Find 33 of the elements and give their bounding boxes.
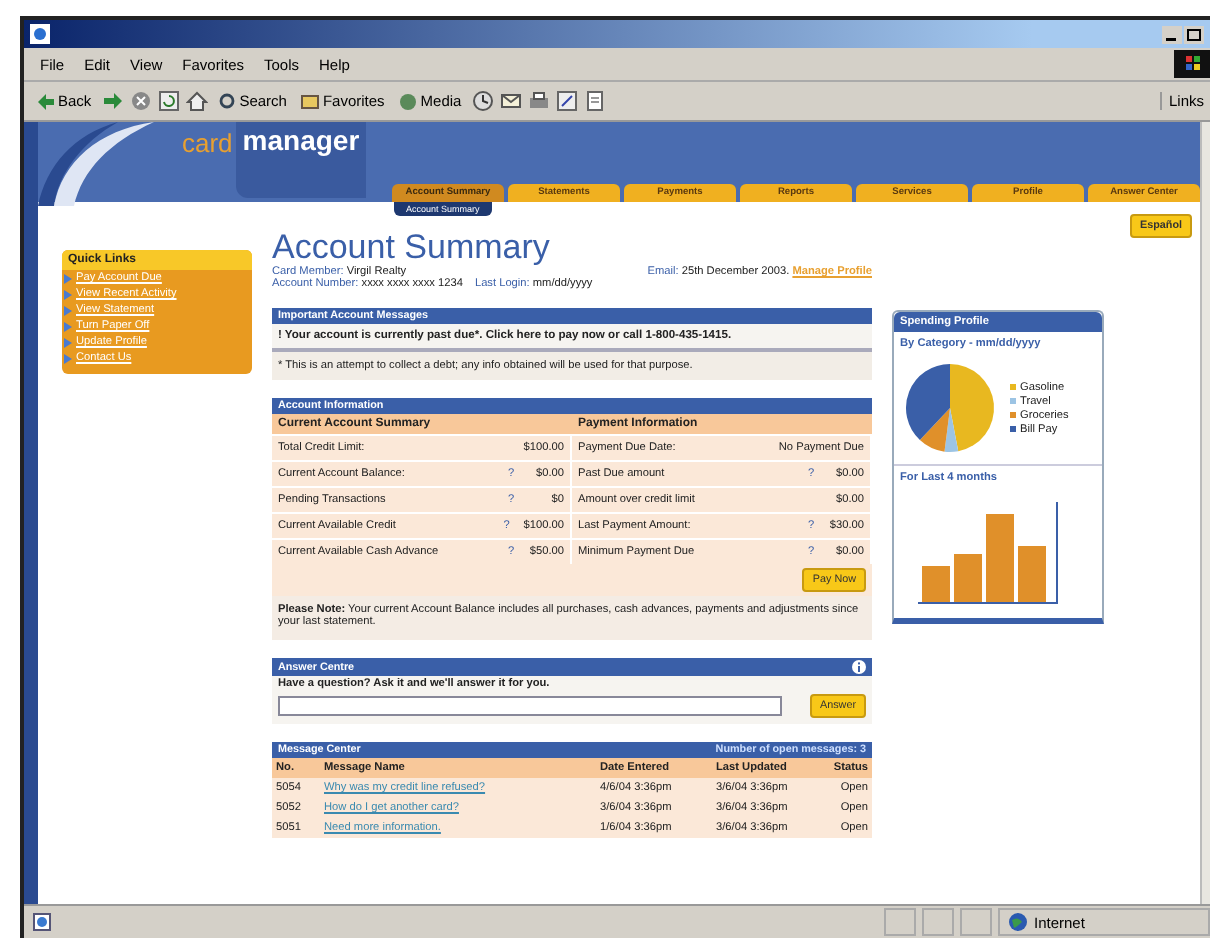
mail-icon[interactable] (499, 90, 522, 112)
maximize-icon[interactable] (1184, 25, 1204, 43)
browser-icon (30, 24, 50, 44)
status-pane (960, 908, 992, 936)
status-pane (884, 908, 916, 936)
edit-icon[interactable] (555, 90, 578, 112)
back-icon (36, 91, 56, 111)
history-icon[interactable] (471, 90, 494, 112)
bullet-icon (64, 321, 72, 331)
bullet-icon (64, 337, 72, 347)
stop-icon[interactable] (129, 90, 152, 112)
refresh-icon[interactable] (157, 90, 180, 112)
question-input[interactable] (278, 696, 782, 716)
page-title: Account Summary (272, 230, 552, 266)
pie-chart-drawing (902, 360, 998, 456)
bullet-icon (64, 273, 72, 283)
page-icon (32, 912, 52, 932)
status-pane (922, 908, 954, 936)
logo-plate: manager (236, 122, 366, 198)
info-icon[interactable] (852, 660, 866, 674)
scrollbar[interactable] (1200, 122, 1210, 904)
bullet-icon (64, 289, 72, 299)
print-icon[interactable] (527, 90, 550, 112)
logo-text: card (182, 128, 233, 158)
forward-icon[interactable] (101, 90, 124, 112)
search-icon (217, 91, 238, 111)
bullet-icon (64, 353, 72, 363)
home-icon[interactable] (185, 90, 208, 112)
favorites-icon (300, 91, 321, 111)
globe-icon (1008, 912, 1028, 932)
bullet-icon (64, 305, 72, 315)
windows-logo-icon (1174, 50, 1210, 78)
minimize-icon[interactable] (1162, 25, 1182, 43)
